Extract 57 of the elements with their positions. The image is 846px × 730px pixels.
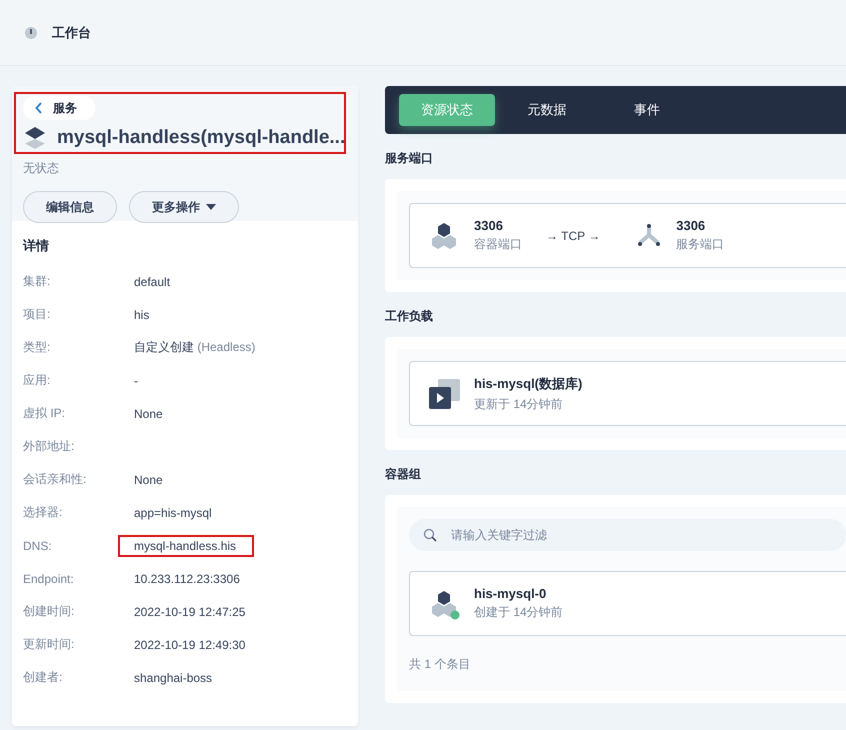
detail-label: 创建时间: <box>23 603 76 620</box>
port-label: 容器端口 <box>474 236 522 253</box>
detail-value: None <box>133 472 164 488</box>
protocol-label: → TCP → <box>546 228 600 242</box>
service-port: 3306 <box>676 218 706 233</box>
workload-icon <box>428 378 460 410</box>
workload-card[interactable]: his-mysql(数据库) 更新于 14分钟前 <box>409 361 846 426</box>
detail-value: 10.233.112.23:3306 <box>133 570 241 588</box>
detail-label: 会话亲和性: <box>23 471 88 488</box>
detail-label: 创建者: <box>23 669 64 686</box>
detail-value: 2022-10-19 12:49:30 <box>133 636 246 654</box>
container-port: 3306 <box>474 218 504 233</box>
container-icon <box>432 222 456 248</box>
caret-down-icon <box>206 204 216 210</box>
pod-meta: 创建于 14分钟前 <box>474 604 563 621</box>
more-actions-button[interactable]: 更多操作 <box>129 191 239 223</box>
service-status: 无状态 <box>23 160 60 177</box>
port-label: 服务端口 <box>676 236 724 253</box>
edit-button[interactable]: 编辑信息 <box>23 191 117 223</box>
detail-value: None <box>133 406 164 422</box>
page-title: 工作台 <box>52 24 91 42</box>
detail-value: his <box>133 306 150 324</box>
details-title: 详情 <box>22 237 50 255</box>
back-button[interactable]: 服务 <box>23 96 95 120</box>
total-count: 共 1 个条目 <box>409 656 472 673</box>
tab[interactable]: 元数据 <box>499 94 595 126</box>
detail-value: default <box>133 274 172 290</box>
detail-label: 虚拟 IP: <box>23 405 66 422</box>
section-title: 容器组 <box>385 466 422 483</box>
service-name: mysql-handless(mysql-handle... <box>57 127 346 149</box>
detail-value: 自定义创建 (Headless) <box>133 339 256 356</box>
layers-icon <box>23 126 47 150</box>
detail-label: 项目: <box>23 306 52 323</box>
detail-value: 2022-10-19 12:47:25 <box>133 604 246 620</box>
detail-value: shanghai-boss <box>133 670 214 686</box>
detail-label: 选择器: <box>23 504 64 521</box>
detail-label: Endpoint: <box>23 572 75 586</box>
detail-label: 外部地址: <box>23 438 76 455</box>
section-title: 工作负载 <box>385 308 434 325</box>
detail-value: - <box>133 372 139 390</box>
pod-name: his-mysql-0 <box>474 586 548 601</box>
workload-name: his-mysql(数据库) <box>474 374 582 392</box>
section-title: 服务端口 <box>385 150 434 167</box>
detail-label: 类型: <box>23 339 52 356</box>
dashboard-icon <box>24 26 38 40</box>
workload-meta: 更新于 14分钟前 <box>474 396 564 412</box>
detail-label: 集群: <box>23 273 52 290</box>
detail-label: 应用: <box>23 372 52 389</box>
detail-label: DNS: <box>23 538 53 552</box>
search-field[interactable]: 请输入关键字过滤 <box>409 519 846 551</box>
pod-card[interactable]: his-mysql-0 创建于 14分钟前 <box>409 571 846 636</box>
pod-icon <box>432 590 456 616</box>
highlighted-value: mysql-handless.his <box>118 534 254 556</box>
detail-value: app=his-mysql <box>133 504 213 522</box>
detail-label: 更新时间: <box>23 636 76 653</box>
chevron-left-icon <box>35 102 43 114</box>
tab[interactable]: 事件 <box>599 94 695 126</box>
